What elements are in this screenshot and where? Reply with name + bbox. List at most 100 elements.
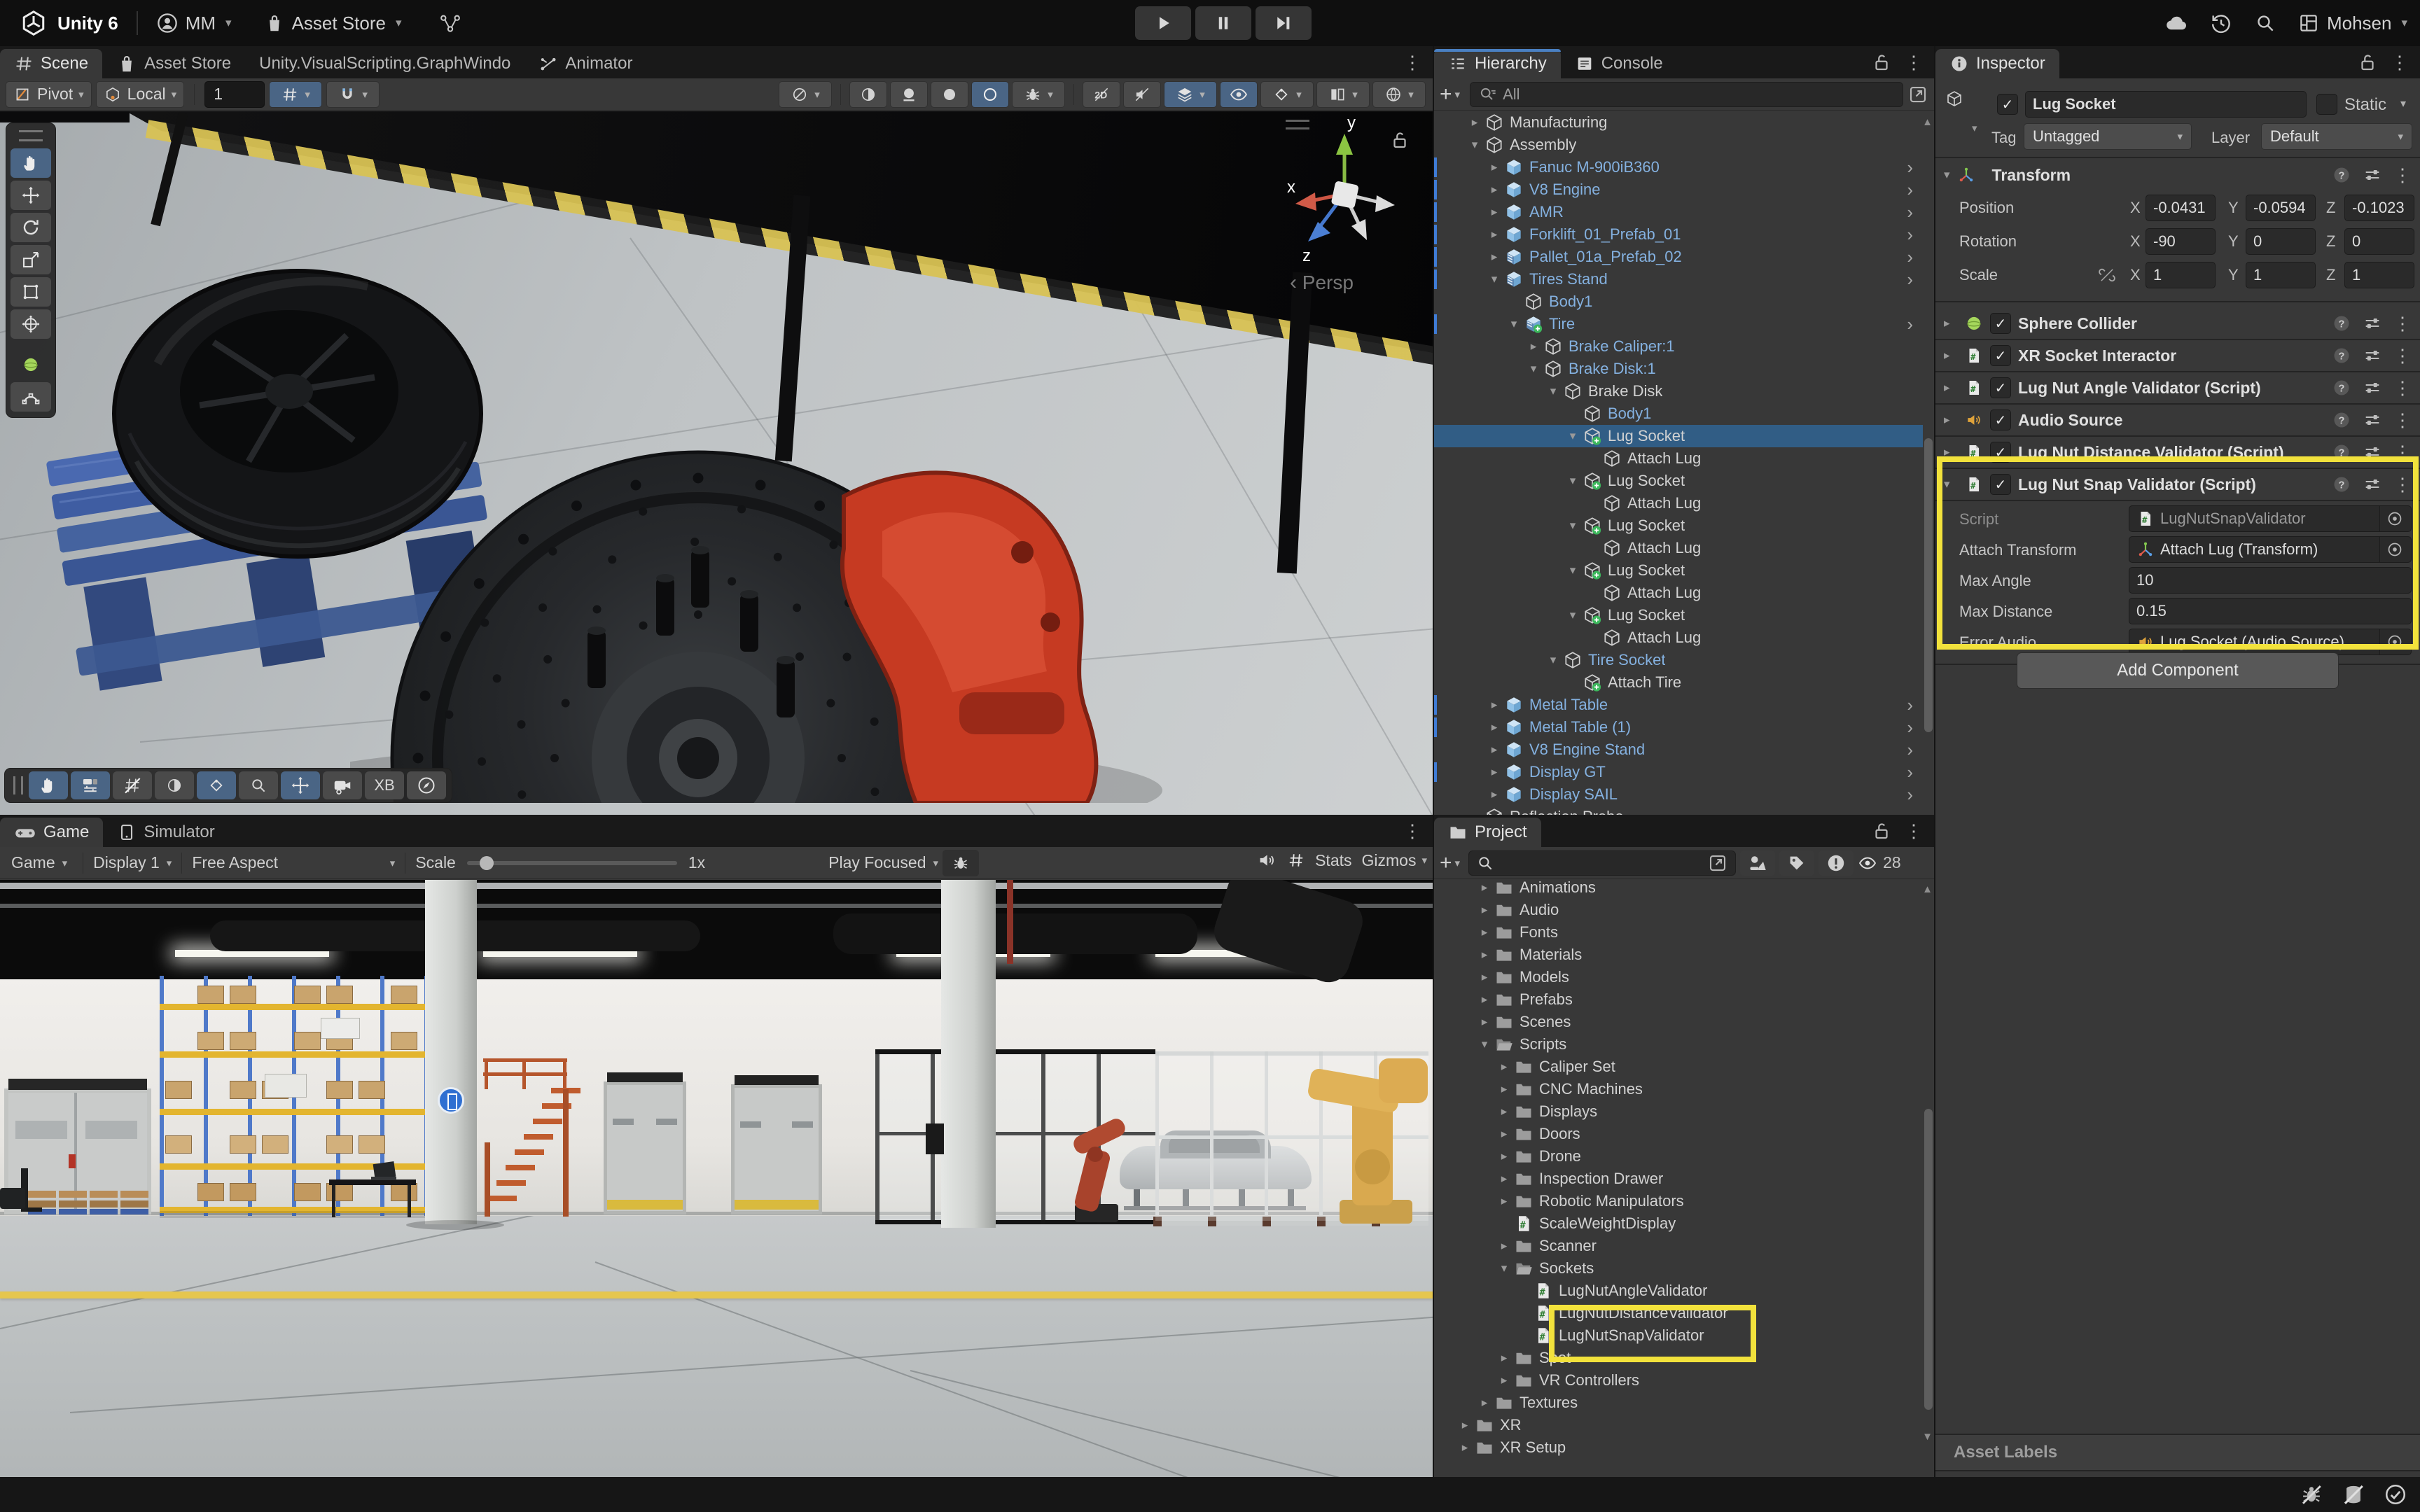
shading-ball[interactable] bbox=[155, 771, 194, 799]
expand-arrow[interactable]: ▾ bbox=[1563, 564, 1583, 578]
layout-user-menu[interactable]: Mohsen▾ bbox=[2297, 12, 2407, 34]
project-row[interactable]: ▸Animations bbox=[1434, 876, 1923, 899]
presets-icon[interactable] bbox=[2363, 378, 2382, 398]
rect-tool[interactable] bbox=[11, 277, 51, 307]
game-target-dropdown[interactable]: Game▾ bbox=[6, 853, 73, 872]
tab-simulator[interactable]: Simulator bbox=[103, 818, 228, 847]
prefab-open-chevron[interactable]: › bbox=[1907, 694, 1913, 716]
help-icon[interactable]: ? bbox=[2332, 378, 2351, 398]
help-icon[interactable]: ? bbox=[2332, 346, 2351, 365]
hierarchy-row[interactable]: ▸Fanuc M-900iB360› bbox=[1434, 156, 1923, 178]
shading-outline-button[interactable] bbox=[971, 81, 1009, 108]
hierarchy-row[interactable]: Attach Lug bbox=[1434, 447, 1923, 470]
transform-rotation-z-field[interactable]: 0 bbox=[2344, 228, 2414, 255]
hierarchy-row[interactable]: Attach Lug bbox=[1434, 492, 1923, 514]
transform-position-x-field[interactable]: -0.0431 bbox=[2146, 195, 2216, 221]
expand-arrow[interactable]: ▾ bbox=[1563, 519, 1583, 533]
prefab-open-chevron[interactable]: › bbox=[1907, 246, 1913, 268]
project-row[interactable]: ▸Doors bbox=[1434, 1123, 1923, 1145]
expand-arrow[interactable]: ▸ bbox=[1475, 903, 1494, 917]
component-enabled-checkbox[interactable]: ✓ bbox=[1990, 313, 2011, 334]
workspace-menu[interactable]: MM▾ bbox=[156, 12, 232, 34]
expand-arrow[interactable]: ▸ bbox=[1484, 160, 1504, 174]
max-angle-field[interactable]: 10 bbox=[2129, 567, 2412, 594]
expand-arrow[interactable]: ▸ bbox=[1475, 925, 1494, 939]
prefab-open-chevron[interactable]: › bbox=[1907, 202, 1913, 223]
rotate-tool[interactable] bbox=[11, 213, 51, 242]
scroll-up-arrow[interactable]: ▲ bbox=[1922, 883, 1933, 895]
unlock-icon[interactable] bbox=[1871, 52, 1892, 73]
tab-animator[interactable]: Animator bbox=[524, 49, 646, 78]
tab-asset-store[interactable]: Asset Store bbox=[102, 49, 245, 78]
hierarchy-row[interactable]: Reflection Probe bbox=[1434, 806, 1923, 815]
transform-scale-y-field[interactable]: 1 bbox=[2246, 262, 2316, 288]
expand-arrow[interactable]: ▸ bbox=[1494, 1149, 1514, 1163]
expand-arrow[interactable]: ▸ bbox=[1484, 250, 1504, 264]
game-3d-view[interactable] bbox=[0, 880, 1433, 1477]
hierarchy-row[interactable]: ▸Display SAIL› bbox=[1434, 783, 1923, 806]
scale-link-icon[interactable] bbox=[2098, 266, 2116, 284]
transform-scale-x-field[interactable]: 1 bbox=[2146, 262, 2216, 288]
project-row[interactable]: ▸Caliper Set bbox=[1434, 1056, 1923, 1078]
transform-tool[interactable] bbox=[11, 309, 51, 339]
create-object-button[interactable]: +▾ bbox=[1440, 83, 1460, 106]
component-header[interactable]: ▸✓Audio Source?⋮ bbox=[1935, 405, 2420, 435]
help-icon[interactable]: ? bbox=[2332, 314, 2351, 333]
play-button[interactable] bbox=[1135, 6, 1191, 40]
project-row[interactable]: ▸XR Setup bbox=[1434, 1436, 1923, 1459]
hierarchy-row[interactable]: ▸V8 Engine› bbox=[1434, 178, 1923, 201]
toggle-2d-button[interactable]: 2D bbox=[1083, 81, 1120, 108]
search-by-type-button[interactable] bbox=[1740, 850, 1775, 876]
debug-draw-mode-button[interactable]: ▾ bbox=[1012, 81, 1065, 108]
object-picker-icon[interactable] bbox=[2379, 629, 2404, 654]
presets-icon[interactable] bbox=[2363, 314, 2382, 333]
expand-arrow[interactable]: ▾ bbox=[1563, 429, 1583, 443]
grid-visibility[interactable] bbox=[113, 771, 152, 799]
hierarchy-row[interactable]: ▾Lug Socket bbox=[1434, 604, 1923, 626]
project-row[interactable]: ▾Scripts bbox=[1434, 1033, 1923, 1056]
object-picker-icon[interactable] bbox=[2379, 537, 2404, 562]
hierarchy-row[interactable]: Attach Lug bbox=[1434, 537, 1923, 559]
debugger-disabled-icon[interactable] bbox=[2300, 1483, 2323, 1506]
expand-arrow[interactable]: ▸ bbox=[1475, 1015, 1494, 1029]
expand-arrow[interactable]: ▸ bbox=[1494, 1351, 1514, 1365]
transform-rotation-x-field[interactable]: -90 bbox=[2146, 228, 2216, 255]
expand-arrow[interactable]: ▸ bbox=[1484, 765, 1504, 779]
project-row[interactable]: ▸Scenes bbox=[1434, 1011, 1923, 1033]
hierarchy-row[interactable]: ▾Tire Socket bbox=[1434, 649, 1923, 671]
hierarchy-menu-icon[interactable]: ⋮ bbox=[1905, 53, 1923, 71]
snap-magnet-button[interactable]: ▾ bbox=[326, 81, 380, 108]
unlock-icon[interactable] bbox=[1871, 820, 1892, 841]
prefab-open-chevron[interactable]: › bbox=[1907, 784, 1913, 806]
static-checkbox[interactable] bbox=[2316, 94, 2337, 115]
spline-tool[interactable] bbox=[11, 382, 51, 412]
search-by-label-button[interactable] bbox=[1779, 850, 1814, 876]
open-new-window-icon[interactable] bbox=[1907, 84, 1928, 105]
project-row[interactable]: #LugNutAngleValidator bbox=[1434, 1280, 1923, 1302]
component-menu-icon[interactable]: ⋮ bbox=[2393, 475, 2412, 493]
xb-overlay[interactable]: XB bbox=[365, 771, 404, 799]
step-button[interactable] bbox=[1256, 6, 1312, 40]
scene-lighting-button[interactable]: ▾ bbox=[1164, 81, 1217, 108]
component-header[interactable]: ▸#✓Lug Nut Angle Validator (Script)?⋮ bbox=[1935, 372, 2420, 403]
hierarchy-row[interactable]: Body1 bbox=[1434, 290, 1923, 313]
transform-scale-z-field[interactable]: 1 bbox=[2344, 262, 2414, 288]
project-row[interactable]: #ScaleWeightDisplay bbox=[1434, 1212, 1923, 1235]
project-row[interactable]: ▸Models bbox=[1434, 966, 1923, 988]
camera-preview[interactable] bbox=[323, 771, 362, 799]
project-row[interactable]: ▸Spot bbox=[1434, 1347, 1923, 1369]
component-menu-icon[interactable]: ⋮ bbox=[2393, 166, 2412, 184]
script-field[interactable]: #LugNutSnapValidator bbox=[2129, 505, 2412, 532]
component-header[interactable]: ▸#✓Lug Nut Distance Validator (Script)?⋮ bbox=[1935, 437, 2420, 468]
hierarchy-row[interactable]: ▸Manufacturing bbox=[1434, 111, 1923, 134]
hierarchy-row[interactable]: ▾Tires Stand› bbox=[1434, 268, 1923, 290]
create-asset-button[interactable]: +▾ bbox=[1440, 851, 1460, 875]
history-icon[interactable] bbox=[2209, 11, 2233, 35]
expand-arrow[interactable]: ▸ bbox=[1494, 1105, 1514, 1119]
project-menu-icon[interactable]: ⋮ bbox=[1905, 822, 1923, 840]
asset-store-menu[interactable]: Asset Store▾ bbox=[264, 13, 402, 34]
hierarchy-row[interactable]: ▾Lug Socket bbox=[1434, 559, 1923, 582]
prefab-open-chevron[interactable]: › bbox=[1907, 739, 1913, 761]
hierarchy-row[interactable]: ▾Tire› bbox=[1434, 313, 1923, 335]
scene-tab-menu-icon[interactable]: ⋮ bbox=[1403, 53, 1421, 71]
